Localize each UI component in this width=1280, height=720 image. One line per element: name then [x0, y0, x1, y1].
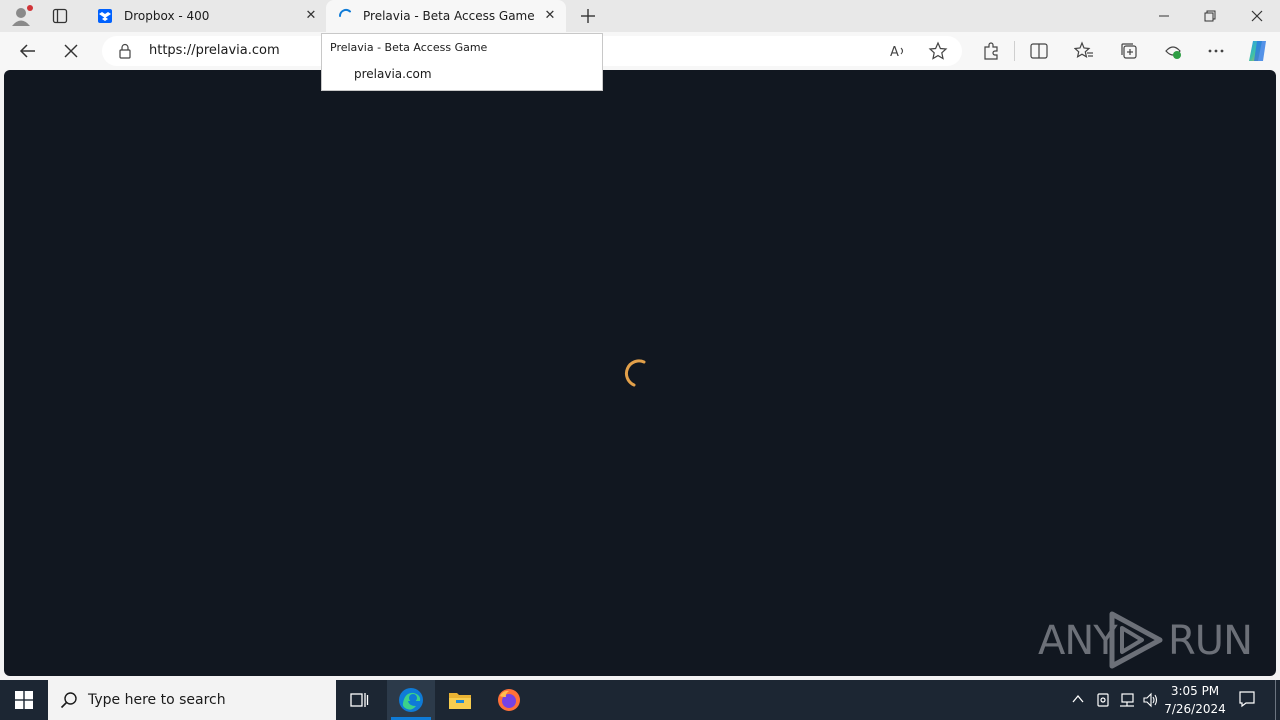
back-arrow-icon[interactable]	[18, 41, 38, 61]
play-logo-icon	[1108, 610, 1164, 670]
favorites-icon[interactable]	[1074, 41, 1094, 61]
tab-actions-icon[interactable]	[52, 8, 68, 24]
tooltip-url: prelavia.com	[354, 67, 432, 81]
close-tab-icon[interactable]: ✕	[304, 9, 318, 23]
tab-hover-tooltip: Prelavia - Beta Access Game prelavia.com	[321, 33, 603, 91]
tab-title: Dropbox - 400	[124, 9, 210, 23]
edge-browser-icon	[398, 687, 424, 713]
device-icon[interactable]	[1096, 692, 1110, 708]
more-options-icon[interactable]	[1206, 41, 1226, 61]
loading-spinner-icon	[338, 8, 354, 24]
search-placeholder[interactable]: Type here to search	[88, 692, 226, 708]
clock-date[interactable]: 7/26/2024	[1160, 702, 1230, 716]
browser-essentials-icon[interactable]	[1163, 41, 1183, 61]
lock-icon[interactable]	[118, 43, 132, 59]
close-tab-icon[interactable]: ✕	[543, 9, 557, 23]
close-window-icon[interactable]	[1250, 9, 1264, 23]
collections-icon[interactable]	[1119, 41, 1139, 61]
toolbar-divider	[1014, 41, 1015, 61]
tooltip-title: Prelavia - Beta Access Game	[330, 41, 488, 54]
extensions-icon[interactable]	[981, 41, 1001, 61]
anyrun-watermark: ANY RUN	[1038, 608, 1253, 672]
tab-strip: Dropbox - 400 ✕ Prelavia - Beta Access G…	[0, 0, 1280, 32]
firefox-icon[interactable]	[497, 688, 521, 712]
search-icon	[60, 691, 78, 709]
url-text[interactable]: https://prelavia.com	[149, 43, 280, 58]
minimize-icon[interactable]	[1157, 9, 1171, 23]
restore-icon[interactable]	[1203, 9, 1217, 23]
tab-dropbox[interactable]: Dropbox - 400 ✕	[88, 0, 326, 32]
watermark-left-text: ANY	[1038, 618, 1118, 664]
windows-start-icon[interactable]	[15, 691, 33, 709]
profile-avatar-icon[interactable]	[10, 5, 34, 27]
split-screen-icon[interactable]	[1029, 41, 1049, 61]
watermark-right-text: RUN	[1168, 618, 1253, 664]
tab-title: Prelavia - Beta Access Game	[363, 9, 535, 23]
loading-spinner-icon	[622, 356, 654, 390]
favorite-star-icon[interactable]	[928, 41, 948, 61]
copilot-icon[interactable]	[1245, 38, 1271, 64]
task-view-icon[interactable]	[349, 690, 369, 710]
taskbar-edge-active[interactable]	[387, 680, 435, 720]
file-explorer-icon[interactable]	[448, 689, 472, 711]
dropbox-icon	[98, 9, 112, 23]
volume-icon[interactable]	[1142, 692, 1160, 708]
notifications-icon[interactable]	[1238, 690, 1256, 708]
tab-prelavia[interactable]: Prelavia - Beta Access Game ✕	[326, 0, 566, 32]
stop-loading-icon[interactable]	[63, 43, 79, 59]
clock-time[interactable]: 3:05 PM	[1160, 684, 1230, 698]
chevron-up-icon[interactable]	[1071, 692, 1085, 706]
network-icon[interactable]	[1119, 692, 1135, 708]
show-desktop-divider[interactable]	[1275, 680, 1276, 720]
new-tab-icon[interactable]	[579, 7, 597, 25]
svg-text:A: A	[890, 45, 899, 60]
read-aloud-icon[interactable]: A	[889, 42, 907, 60]
